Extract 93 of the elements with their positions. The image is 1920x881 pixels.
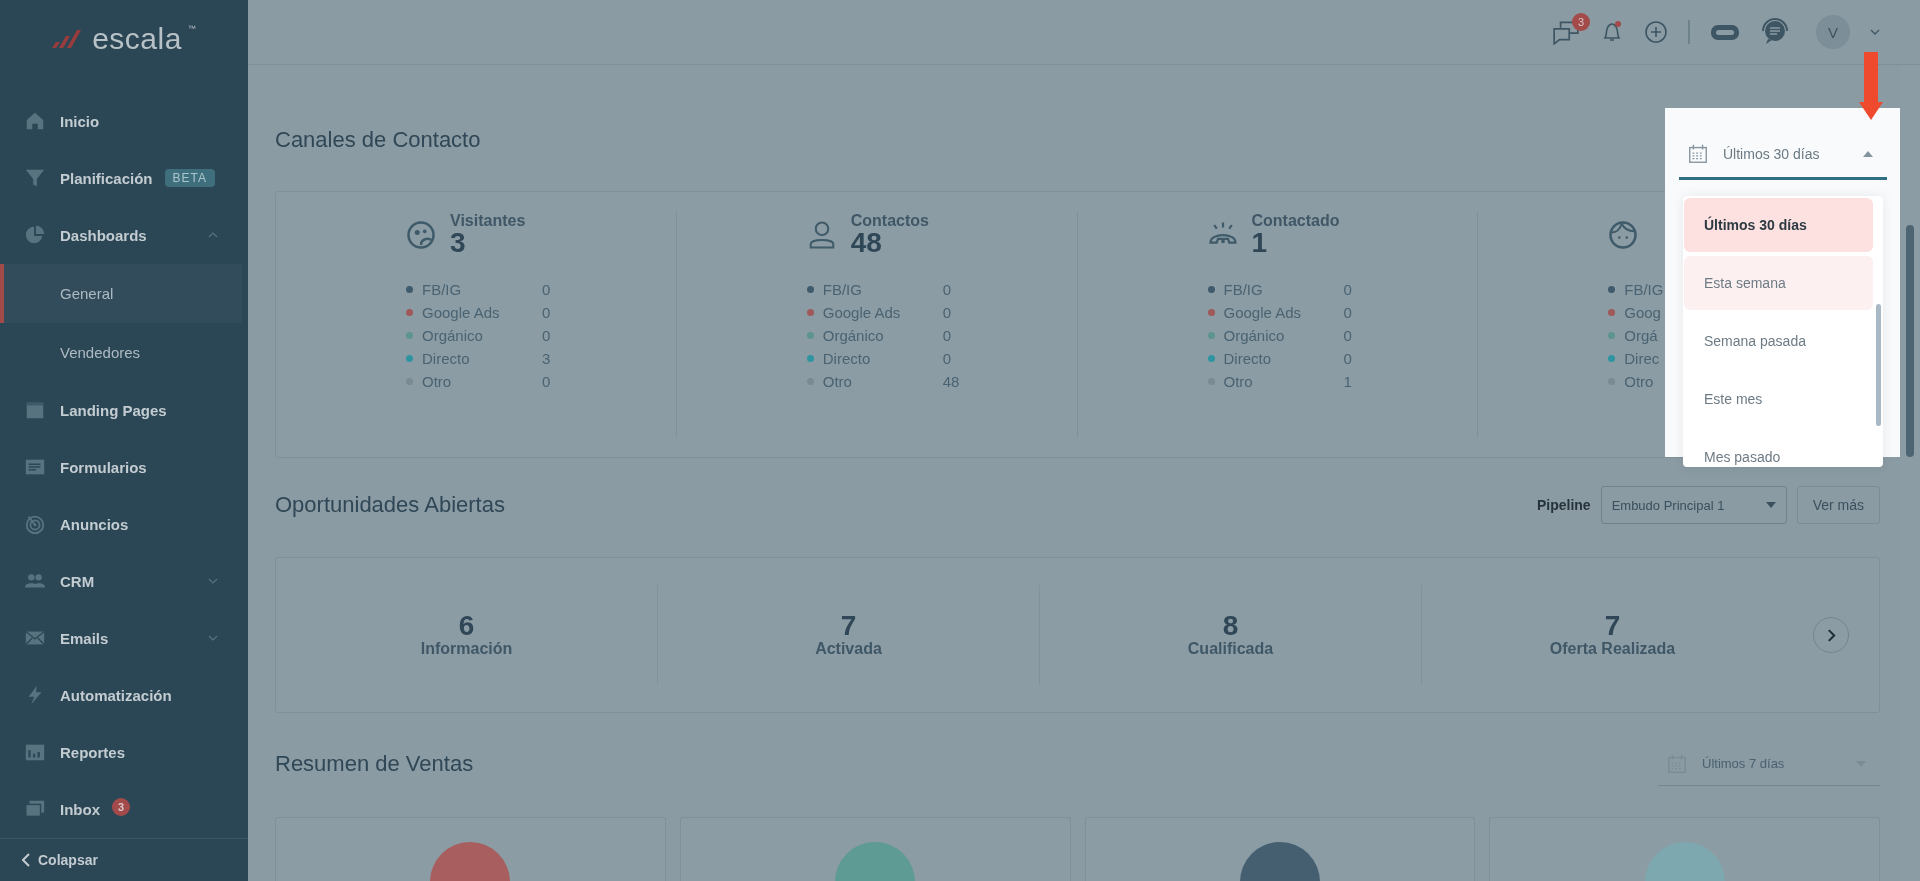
stage-count: 7	[1604, 612, 1621, 640]
robot-icon[interactable]	[1710, 22, 1740, 42]
channel-label: FB/IG	[1624, 281, 1664, 298]
stat-total: 48	[850, 230, 883, 256]
chevron-right-icon	[1826, 627, 1836, 643]
stage-label: Activada	[815, 640, 882, 658]
channel-value: 0	[942, 350, 952, 367]
plus-circle-icon[interactable]	[1644, 20, 1668, 44]
stage-count: 7	[840, 612, 857, 640]
calendar-icon	[1687, 142, 1709, 165]
section-title: Canales de Contacto	[275, 127, 481, 153]
channel-label: Direc	[1624, 350, 1660, 367]
scrollbar-thumb[interactable]	[1876, 304, 1881, 426]
stage-label: Oferta Realizada	[1549, 640, 1676, 658]
logo-text: escala	[92, 22, 182, 57]
channel-label: Orgánico	[822, 327, 884, 344]
nav-item[interactable]: Emails	[0, 609, 248, 667]
channel-label: Google Ads	[422, 304, 500, 321]
caret-down-icon	[1765, 502, 1776, 508]
channel-value: 0	[1343, 350, 1352, 367]
support-chat-icon[interactable]	[1760, 18, 1790, 46]
channel-label: Orgánico	[422, 327, 483, 344]
stat-total: 1	[1251, 230, 1269, 256]
trademark: ™	[187, 24, 196, 33]
channel-label: Directo	[422, 350, 470, 367]
section-title: Oportunidades Abiertas	[275, 492, 505, 518]
stage-count: 8	[1222, 612, 1239, 640]
nav-item[interactable]: CRM	[0, 552, 248, 610]
dropdown-option[interactable]: Mes pasado	[1684, 430, 1873, 467]
next-button[interactable]	[1813, 617, 1849, 653]
channel-value: 1	[1343, 373, 1352, 390]
nav-item[interactable]: Formularios	[0, 438, 248, 496]
stage-count: 6	[458, 612, 475, 640]
channel-value: 0	[542, 304, 551, 321]
chevron-left-icon	[22, 852, 30, 867]
channel-label: Otro	[422, 373, 452, 390]
pipeline-label: Pipeline	[1536, 497, 1591, 513]
channel-value: 3	[542, 350, 551, 367]
nav-item[interactable]: Automatización	[0, 666, 248, 724]
channel-label: FB/IG	[1223, 281, 1263, 298]
nav-item[interactable]: Landing Pages	[0, 381, 248, 439]
channel-label: Google Ads	[822, 304, 901, 321]
channel-value: 0	[1343, 327, 1352, 344]
channel-label: Directo	[1223, 350, 1271, 367]
channel-label: Otro	[822, 373, 852, 390]
channel-label: FB/IG	[822, 281, 862, 298]
channel-value: 0	[942, 281, 952, 298]
scrollbar-thumb[interactable]	[1906, 225, 1914, 457]
channel-label: Directo	[822, 350, 871, 367]
date-range-select[interactable]: Últimos 30 días	[1679, 130, 1887, 180]
stage-label: Cualificada	[1187, 640, 1274, 658]
nav-item[interactable]: Dashboards	[0, 206, 248, 264]
face-icon	[1608, 220, 1639, 250]
stat-title: Visitantes	[450, 212, 526, 230]
dropdown-option[interactable]: Este mes	[1684, 372, 1873, 426]
channel-value: 48	[942, 373, 960, 390]
channel-label: Orgá	[1624, 327, 1658, 344]
face-icon	[406, 220, 436, 250]
dropdown-option[interactable]: Últimos 30 días	[1684, 198, 1873, 252]
notification-badge: 3	[1572, 13, 1590, 31]
channel-label: Google Ads	[1223, 304, 1302, 321]
section-title: Resumen de Ventas	[275, 751, 474, 777]
chevron-down-icon	[1870, 29, 1880, 35]
nav-item[interactable]: Vendedores	[0, 322, 248, 382]
channel-label: Orgánico	[1223, 327, 1285, 344]
channel-value: 0	[1343, 281, 1352, 298]
channel-value: 0	[1343, 304, 1352, 321]
nav-item[interactable]: Inicio	[0, 92, 248, 150]
chat-bubbles-icon[interactable]	[1552, 19, 1580, 45]
channel-value: 0	[542, 281, 551, 298]
beta-badge: BETA	[164, 169, 215, 188]
channel-value: 0	[542, 373, 551, 390]
nav-item[interactable]: Reportes	[0, 723, 248, 781]
dropdown-option[interactable]: Esta semana	[1684, 256, 1873, 310]
stat-title: Contactos	[850, 212, 929, 230]
channel-value: 0	[542, 327, 551, 344]
nav-item[interactable]: Planificación BETA	[0, 149, 248, 207]
channel-label: Otro	[1223, 373, 1253, 390]
channel-value: 0	[942, 327, 952, 344]
channel-value: 0	[942, 304, 952, 321]
stage-label: Información	[420, 640, 513, 658]
count-badge: 3	[112, 798, 130, 817]
collapse-button[interactable]: Colapsar	[0, 837, 248, 881]
channel-label: Otro	[1624, 373, 1654, 390]
stat-total: 3	[450, 230, 467, 256]
nav-item[interactable]: General	[0, 263, 242, 323]
nav-item[interactable]: Anuncios	[0, 495, 248, 553]
channel-label: FB/IG	[422, 281, 462, 298]
stat-title: Contactado	[1251, 212, 1340, 230]
nav-item[interactable]: Inbox 3	[0, 780, 248, 838]
down-arrow-icon	[1859, 52, 1883, 122]
channel-label: Goog	[1624, 304, 1661, 321]
dropdown-option[interactable]: Semana pasada	[1684, 314, 1873, 368]
